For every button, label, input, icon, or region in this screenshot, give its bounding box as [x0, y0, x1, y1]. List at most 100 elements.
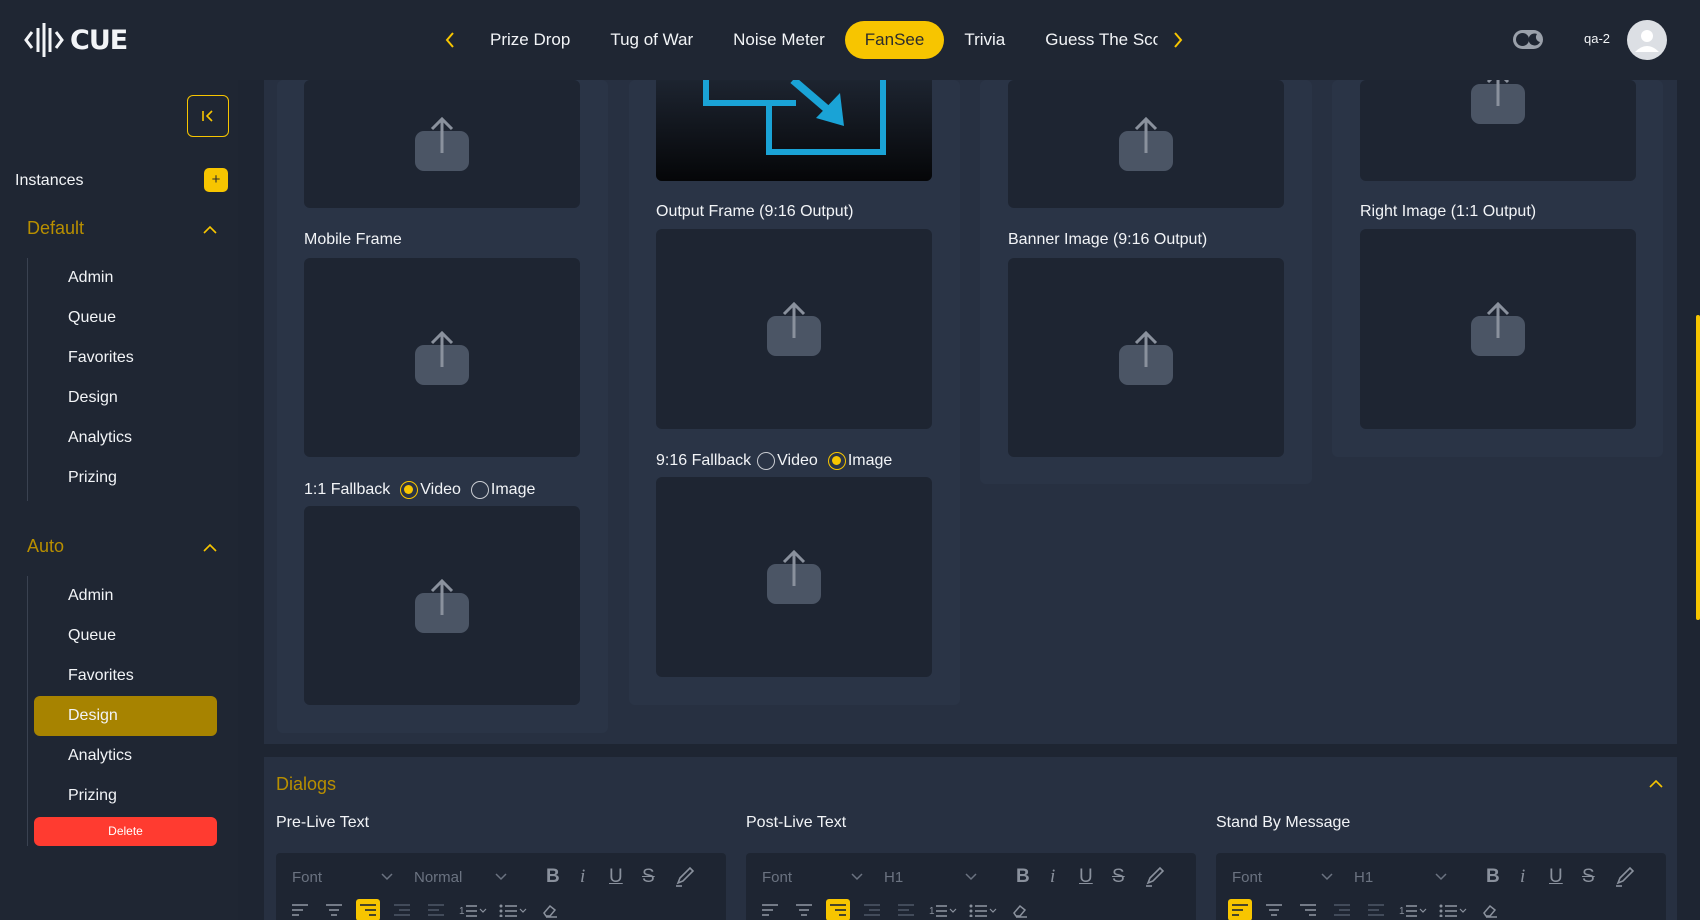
underline-icon[interactable]: U: [1079, 865, 1093, 889]
chevron-down-icon[interactable]: [1320, 872, 1334, 882]
font-select[interactable]: Font: [292, 869, 322, 886]
tab-trivia[interactable]: Trivia: [944, 21, 1025, 59]
nav-default-design[interactable]: Design: [34, 378, 217, 418]
post-live-text-editor[interactable]: Font H1 B i U S 1: [746, 853, 1196, 920]
align-left-icon[interactable]: [758, 899, 782, 920]
underline-icon[interactable]: U: [609, 865, 623, 889]
indent-icon[interactable]: [390, 899, 414, 920]
align-left-icon[interactable]: [1228, 899, 1252, 920]
theme-toggle[interactable]: [1513, 30, 1543, 49]
group-title-auto[interactable]: Auto: [27, 536, 64, 557]
tab-tug-of-war[interactable]: Tug of War: [590, 21, 713, 59]
upload-box-top-banner[interactable]: [1008, 80, 1284, 208]
upload-box-right-image[interactable]: [1360, 229, 1636, 429]
tab-fansee[interactable]: FanSee: [844, 21, 945, 59]
ordered-list-icon[interactable]: 1: [458, 899, 488, 920]
align-right-icon[interactable]: [1296, 899, 1320, 920]
nav-auto-analytics[interactable]: Analytics: [34, 736, 217, 776]
ordered-list-icon[interactable]: 1: [1398, 899, 1428, 920]
chevron-down-icon[interactable]: [850, 872, 864, 882]
nav-auto-favorites[interactable]: Favorites: [34, 656, 217, 696]
radio-image-1-1[interactable]: [470, 481, 489, 499]
bold-icon[interactable]: B: [1486, 865, 1500, 889]
ordered-list-icon[interactable]: 1: [928, 899, 958, 920]
nav-default-admin[interactable]: Admin: [34, 258, 217, 298]
nav-default-analytics[interactable]: Analytics: [34, 418, 217, 458]
align-center-icon[interactable]: [322, 899, 346, 920]
tabs-prev-button[interactable]: [430, 20, 470, 60]
nav-auto-queue[interactable]: Queue: [34, 616, 217, 656]
font-select[interactable]: Font: [762, 869, 792, 886]
upload-box-banner[interactable]: [1008, 258, 1284, 457]
nav-auto-prizing[interactable]: Prizing: [34, 776, 217, 816]
align-right-icon[interactable]: [826, 899, 850, 920]
pre-live-text-editor[interactable]: Font Normal B i U S 1: [276, 853, 726, 920]
nav-auto-design[interactable]: Design: [34, 696, 217, 736]
add-instance-button[interactable]: +: [204, 168, 228, 192]
chevron-down-icon[interactable]: [1434, 872, 1448, 882]
align-center-icon[interactable]: [1262, 899, 1286, 920]
align-right-icon[interactable]: [356, 899, 380, 920]
italic-icon[interactable]: i: [1050, 865, 1055, 889]
chevron-up-icon[interactable]: [1648, 776, 1664, 792]
italic-icon[interactable]: i: [580, 865, 585, 889]
heading-select[interactable]: H1: [884, 869, 903, 886]
bullet-list-icon[interactable]: [968, 899, 998, 920]
tab-prize-drop[interactable]: Prize Drop: [470, 21, 590, 59]
strikethrough-icon[interactable]: S: [1582, 865, 1595, 889]
highlighter-icon[interactable]: [674, 865, 696, 889]
tab-guess-the-score[interactable]: Guess The Sco: [1025, 21, 1158, 59]
delete-button[interactable]: Delete: [34, 817, 217, 846]
highlighter-icon[interactable]: [1614, 865, 1636, 889]
upload-box-top-right[interactable]: [1360, 80, 1636, 181]
stand-by-message-editor[interactable]: Font H1 B i U S 1: [1216, 853, 1666, 920]
align-left-icon[interactable]: [288, 899, 312, 920]
align-center-icon[interactable]: [792, 899, 816, 920]
upload-box-mobile-frame[interactable]: [304, 258, 580, 457]
outdent-icon[interactable]: [894, 899, 918, 920]
indent-icon[interactable]: [860, 899, 884, 920]
upload-box-fallback-9-16[interactable]: [656, 477, 932, 677]
highlighter-icon[interactable]: [1144, 865, 1166, 889]
user-avatar[interactable]: [1627, 20, 1667, 60]
heading-select[interactable]: Normal: [414, 869, 462, 886]
outdent-icon[interactable]: [424, 899, 448, 920]
chevron-down-icon[interactable]: [494, 872, 508, 882]
tabs-next-button[interactable]: [1158, 20, 1198, 60]
font-select[interactable]: Font: [1232, 869, 1262, 886]
upload-box-fallback-1-1[interactable]: [304, 506, 580, 705]
dialogs-title[interactable]: Dialogs: [276, 774, 336, 795]
nav-default-queue[interactable]: Queue: [34, 298, 217, 338]
bold-icon[interactable]: B: [1016, 865, 1030, 889]
nav-auto-admin[interactable]: Admin: [34, 576, 217, 616]
chevron-down-icon[interactable]: [380, 872, 394, 882]
scrollbar-thumb[interactable]: [1696, 315, 1700, 620]
chevron-up-icon[interactable]: [202, 222, 218, 238]
strikethrough-icon[interactable]: S: [642, 865, 655, 889]
group-title-default[interactable]: Default: [27, 218, 84, 239]
chevron-up-icon[interactable]: [202, 540, 218, 556]
cue-logo[interactable]: CUE: [24, 20, 128, 60]
bullet-list-icon[interactable]: [1438, 899, 1468, 920]
clear-format-icon[interactable]: [1478, 899, 1502, 920]
collapse-sidebar-button[interactable]: [187, 95, 229, 137]
bold-icon[interactable]: B: [546, 865, 560, 889]
clear-format-icon[interactable]: [538, 899, 562, 920]
chevron-down-icon[interactable]: [964, 872, 978, 882]
output-frame-preview[interactable]: [656, 80, 932, 181]
nav-default-favorites[interactable]: Favorites: [34, 338, 217, 378]
strikethrough-icon[interactable]: S: [1112, 865, 1125, 889]
clear-format-icon[interactable]: [1008, 899, 1032, 920]
indent-icon[interactable]: [1330, 899, 1354, 920]
upload-box-output-frame[interactable]: [656, 229, 932, 429]
nav-default-prizing[interactable]: Prizing: [34, 458, 217, 498]
radio-video-9-16[interactable]: [757, 452, 776, 470]
bullet-list-icon[interactable]: [498, 899, 528, 920]
heading-select[interactable]: H1: [1354, 869, 1373, 886]
underline-icon[interactable]: U: [1549, 865, 1563, 889]
outdent-icon[interactable]: [1364, 899, 1388, 920]
radio-image-9-16[interactable]: [827, 452, 846, 470]
radio-video-1-1[interactable]: [400, 481, 419, 499]
tab-noise-meter[interactable]: Noise Meter: [713, 21, 845, 59]
upload-box-top-left[interactable]: [304, 80, 580, 208]
